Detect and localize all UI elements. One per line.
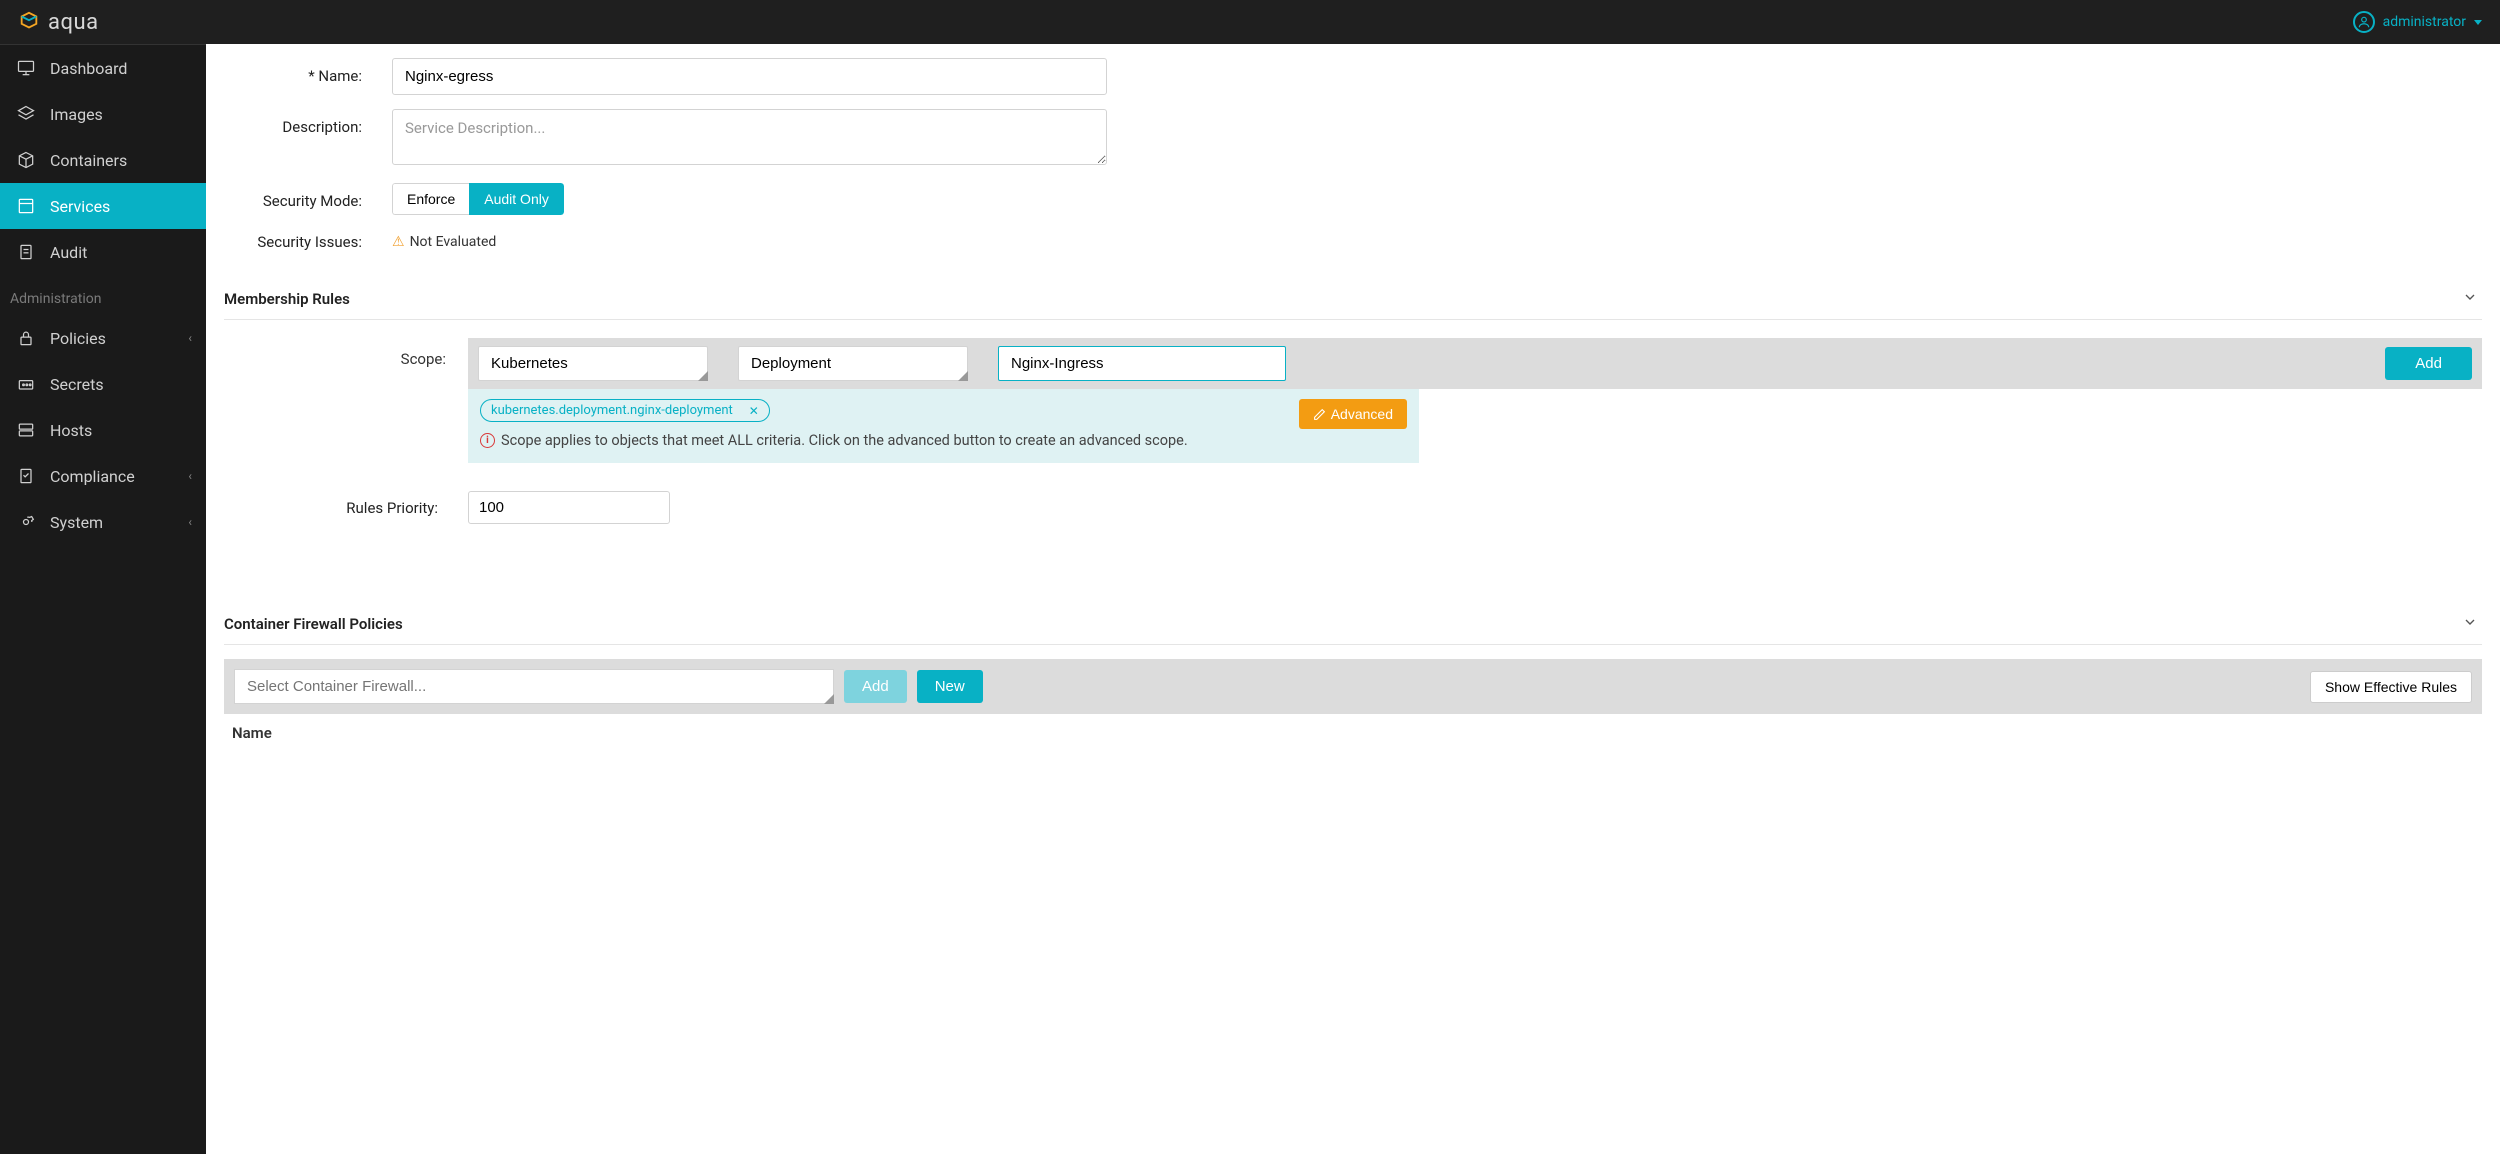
add-firewall-button[interactable]: Add xyxy=(844,670,907,703)
sidebar-item-compliance[interactable]: Compliance ‹ xyxy=(0,453,206,499)
sidebar-item-audit[interactable]: Audit xyxy=(0,229,206,275)
sidebar-item-containers[interactable]: Containers xyxy=(0,137,206,183)
membership-rules-title: Membership Rules xyxy=(224,290,350,308)
sidebar-item-label: Images xyxy=(50,105,103,124)
scope-type-select[interactable] xyxy=(478,346,708,381)
user-menu[interactable]: administrator xyxy=(2353,11,2482,33)
sidebar-item-images[interactable]: Images xyxy=(0,91,206,137)
layers-icon xyxy=(16,104,36,124)
name-input[interactable] xyxy=(392,58,1107,95)
dropdown-corner-icon xyxy=(698,371,708,381)
new-firewall-button[interactable]: New xyxy=(917,670,983,703)
sidebar-item-policies[interactable]: Policies ‹ xyxy=(0,315,206,361)
sidebar-item-label: Audit xyxy=(50,243,87,262)
rules-priority-label: Rules Priority: xyxy=(224,499,468,517)
chevron-left-icon: ‹ xyxy=(188,469,192,483)
user-name: administrator xyxy=(2383,14,2466,30)
scope-value-input[interactable] xyxy=(998,346,1286,381)
main-content: * Name: Description: Security Mode: Enfo… xyxy=(206,44,2500,1154)
sidebar-item-services[interactable]: Services xyxy=(0,183,206,229)
dropdown-corner-icon xyxy=(824,694,834,704)
sidebar-item-label: Services xyxy=(50,197,110,216)
remove-tag-button[interactable]: ✕ xyxy=(749,404,759,418)
caret-down-icon xyxy=(2474,20,2482,25)
sidebar-item-secrets[interactable]: Secrets xyxy=(0,361,206,407)
scope-bar: Add xyxy=(468,338,2482,389)
monitor-icon xyxy=(16,58,36,78)
sidebar-item-label: Secrets xyxy=(50,375,104,394)
sidebar-item-system[interactable]: System ‹ xyxy=(0,499,206,545)
chevron-left-icon: ‹ xyxy=(188,515,192,529)
brand-text: aqua xyxy=(48,10,99,35)
description-input[interactable] xyxy=(392,109,1107,165)
firewall-select[interactable] xyxy=(234,669,834,704)
gear-icon xyxy=(16,512,36,532)
scope-label: Scope: xyxy=(224,338,468,368)
security-issues-label: Security Issues: xyxy=(224,233,392,251)
scope-kind-select[interactable] xyxy=(738,346,968,381)
description-label: Description: xyxy=(224,109,392,136)
sidebar-item-dashboard[interactable]: Dashboard xyxy=(0,45,206,91)
show-effective-rules-button[interactable]: Show Effective Rules xyxy=(2310,671,2472,703)
sidebar-item-label: Policies xyxy=(50,329,106,348)
firewall-table-name-header: Name xyxy=(224,714,2482,742)
sidebar-item-label: Hosts xyxy=(50,421,92,440)
user-icon xyxy=(2353,11,2375,33)
sidebar-section-admin: Administration xyxy=(0,275,206,315)
warning-icon: ⚠ xyxy=(392,234,405,250)
security-mode-label: Security Mode: xyxy=(224,183,392,210)
info-icon: i xyxy=(480,433,495,448)
topbar: aqua administrator xyxy=(0,0,2500,44)
enforce-button[interactable]: Enforce xyxy=(392,183,469,215)
clipboard-icon xyxy=(16,242,36,262)
chevron-down-icon[interactable] xyxy=(2462,614,2482,634)
pencil-icon xyxy=(1313,408,1326,421)
scope-info-panel: Advanced kubernetes.deployment.nginx-dep… xyxy=(468,389,1419,463)
membership-rules-header: Membership Rules xyxy=(224,289,2482,320)
sidebar-item-hosts[interactable]: Hosts xyxy=(0,407,206,453)
advanced-button[interactable]: Advanced xyxy=(1299,399,1407,429)
server-icon xyxy=(16,420,36,440)
firewall-toolbar: Add New Show Effective Rules xyxy=(224,659,2482,714)
sidebar-item-label: System xyxy=(50,513,103,532)
logo-icon xyxy=(18,11,40,33)
services-icon xyxy=(16,196,36,216)
firewall-policies-header: Container Firewall Policies xyxy=(224,614,2482,645)
security-issues-value: ⚠Not Evaluated xyxy=(392,234,496,250)
chevron-down-icon[interactable] xyxy=(2462,289,2482,309)
checklist-icon xyxy=(16,466,36,486)
sidebar-item-label: Containers xyxy=(50,151,127,170)
secrets-icon xyxy=(16,374,36,394)
sidebar-item-label: Compliance xyxy=(50,467,135,486)
audit-only-button[interactable]: Audit Only xyxy=(469,183,564,215)
security-mode-toggle: Enforce Audit Only xyxy=(392,183,564,215)
name-label: * Name: xyxy=(224,58,392,85)
lock-icon xyxy=(16,328,36,348)
firewall-policies-title: Container Firewall Policies xyxy=(224,615,403,633)
box-icon xyxy=(16,150,36,170)
sidebar: Dashboard Images Containers Services Aud… xyxy=(0,44,206,1154)
scope-tag: kubernetes.deployment.nginx-deployment ✕ xyxy=(480,399,770,422)
chevron-left-icon: ‹ xyxy=(188,331,192,345)
rules-priority-input[interactable] xyxy=(468,491,670,524)
add-scope-button[interactable]: Add xyxy=(2385,347,2472,380)
sidebar-item-label: Dashboard xyxy=(50,59,127,78)
logo: aqua xyxy=(18,10,99,35)
dropdown-corner-icon xyxy=(958,371,968,381)
scope-hint: i Scope applies to objects that meet ALL… xyxy=(480,432,1407,449)
